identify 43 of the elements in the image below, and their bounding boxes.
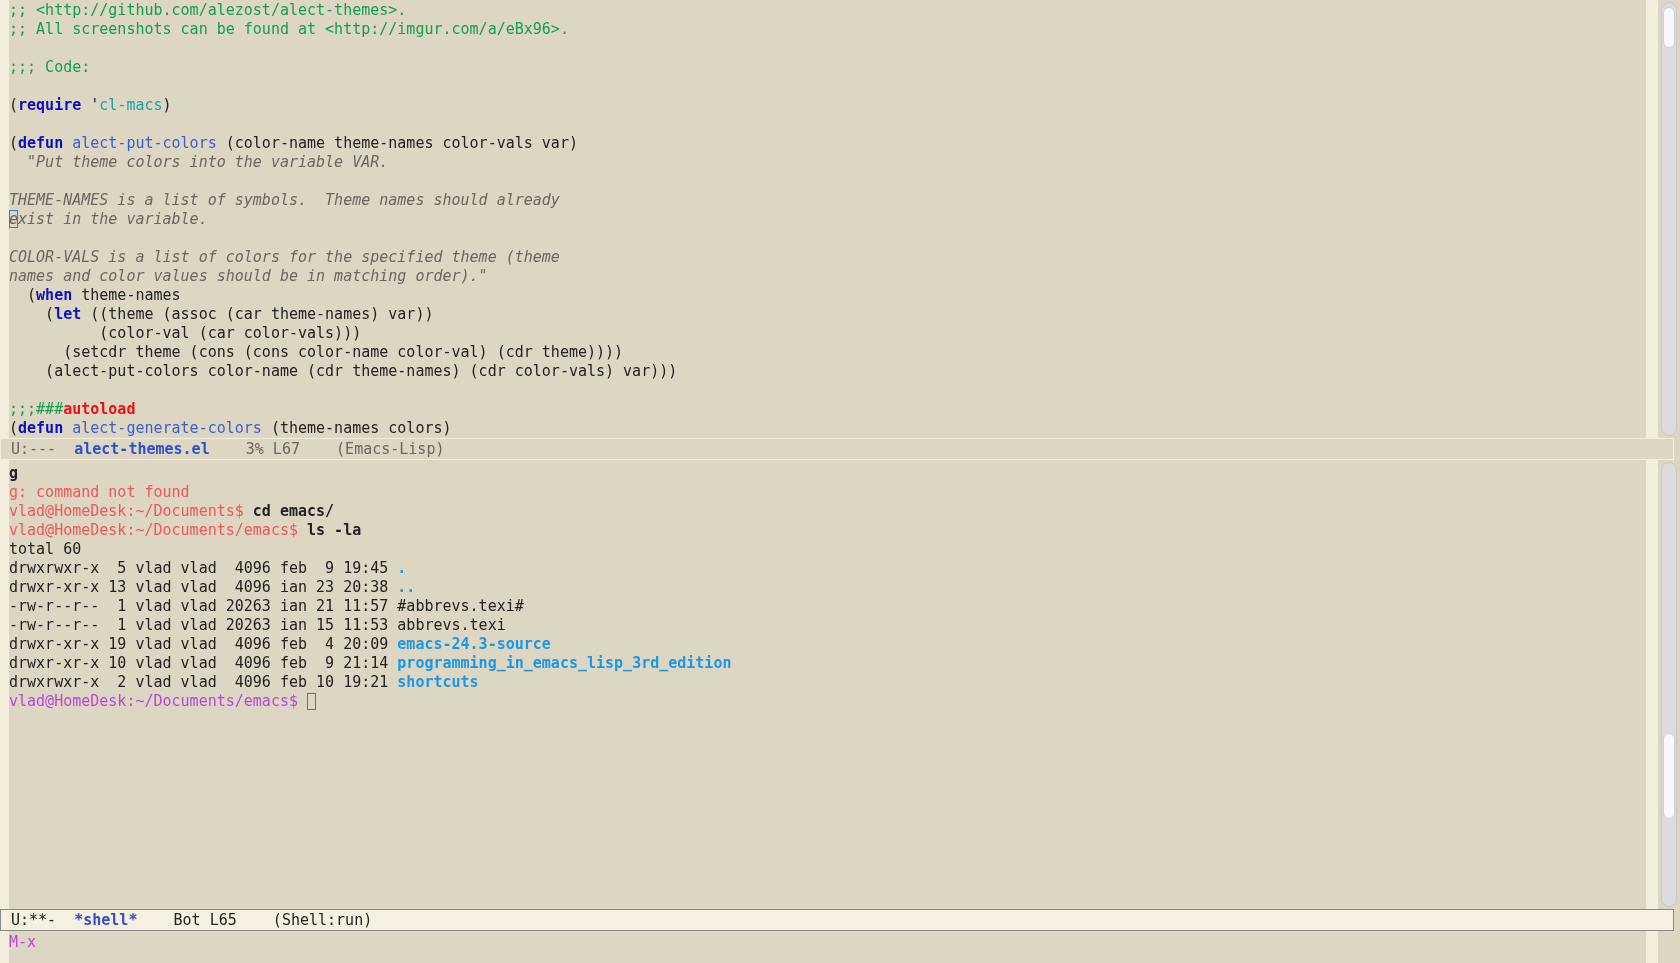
code-line: ;;;###autoload: [9, 400, 136, 419]
code-line: vlad@HomeDesk:~/Documents/emacs$: [9, 692, 298, 711]
mode-line-mode: (Emacs-Lisp): [336, 440, 445, 458]
code-line: total 60: [9, 540, 82, 559]
code-line: (color-val (car color-vals))): [98, 324, 362, 343]
code-line: (alect-put-colors color-name (cdr theme-names) (cdr color-vals) var))): [44, 362, 678, 381]
code-line: drwxrwxr-x 5 vlad vlad 4096 feb 9 19:45 .: [9, 559, 407, 578]
code-line: (require 'cl-macs): [9, 96, 172, 115]
code-line: ;; All screenshots can be found at <http://imgur.com/a/eBx96>.: [9, 20, 569, 39]
code-line: "Put theme colors into the variable VAR.: [26, 153, 389, 172]
code-line: (defun alect-generate-colors (theme-names colors): [9, 419, 452, 438]
code-line: -rw-r--r-- 1 vlad vlad 20263 ian 21 11:57 #abbrevs.texi#: [9, 597, 524, 616]
code-line: drwxrwxr-x 2 vlad vlad 4096 feb 10 19:21 shortcuts: [9, 673, 479, 692]
code-line: vlad@HomeDesk:~/Documents$ cd emacs/: [9, 502, 335, 521]
mode-line-mode: (Shell:run): [272, 911, 373, 929]
mode-line-position: Bot L65: [173, 911, 237, 929]
scrollbar-thumb[interactable]: [1663, 7, 1675, 49]
code-line: COLOR-VALS is a list of colors for the specified theme (theme: [9, 248, 560, 267]
code-line: names and color values should be in matching order).": [9, 267, 488, 286]
code-line: drwxr-xr-x 10 vlad vlad 4096 feb 9 21:14 programming_in_emacs_lisp_3rd_edition: [9, 654, 732, 673]
scrollbar-thumb[interactable]: [1663, 733, 1675, 820]
scrollbar[interactable]: [1661, 462, 1677, 907]
mode-line-state: U:---: [11, 440, 57, 458]
code-line: THEME-NAMES is a list of symbols. Theme names should already: [9, 191, 560, 210]
code-line: ;;; Code:: [9, 58, 91, 77]
mode-line-position: 3% L67: [245, 440, 300, 458]
code-line: vlad@HomeDesk:~/Documents/emacs$ ls -la: [9, 521, 362, 540]
code-line: (when theme-names: [26, 286, 181, 305]
mode-line-state: U:**-: [11, 911, 57, 929]
code-line: g: command not found: [9, 483, 190, 502]
code-line: drwxr-xr-x 19 vlad vlad 4096 feb 4 20:09 emacs-24.3-source: [9, 635, 551, 654]
minibuffer-prompt: M-x: [9, 932, 38, 953]
mode-line-buffer: alect-themes.el: [74, 440, 210, 458]
scrollbar[interactable]: [1661, 2, 1677, 436]
code-line: ;; <http://github.com/alezost/alect-themes>.: [9, 1, 407, 20]
code-line: (defun alect-put-colors (color-name theme-names color-vals var): [9, 134, 578, 153]
code-line: -rw-r--r-- 1 vlad vlad 20263 ian 15 11:53 abbrevs.texi: [9, 616, 506, 635]
code-line: exist in the variable.: [9, 210, 208, 229]
code-line: (let ((theme (assoc (car theme-names) var)): [44, 305, 434, 324]
code-line: drwxr-xr-x 13 vlad vlad 4096 ian 23 20:38 ..: [9, 578, 416, 597]
code-line: g: [9, 464, 19, 483]
mode-line-buffer: *shell*: [74, 911, 138, 929]
code-line: (setcdr theme (cons (cons color-name color-val) (cdr theme)))): [62, 343, 624, 362]
